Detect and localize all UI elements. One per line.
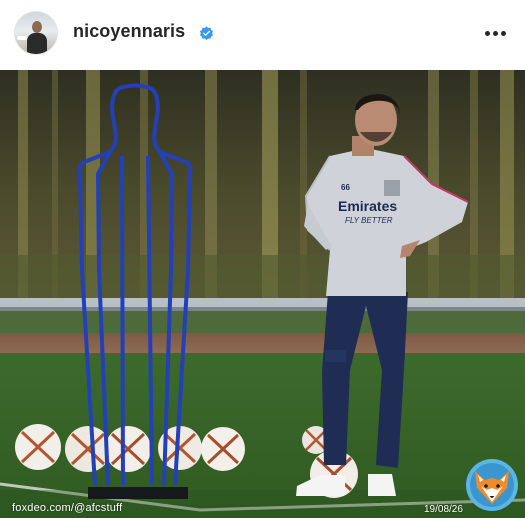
avatar-torso [27, 33, 47, 54]
post-header: nicoyennaris [0, 0, 525, 70]
training-photo: Emirates FLY BETTER 66 [0, 70, 525, 518]
post-photo[interactable]: Emirates FLY BETTER 66 [0, 70, 525, 518]
more-dot [500, 30, 506, 36]
squad-number-text: 66 [341, 183, 350, 192]
date-stamp: 19/08/26 [424, 504, 463, 515]
more-dot [484, 30, 490, 36]
more-options-button[interactable] [478, 22, 512, 44]
kit-tagline-text: FLY BETTER [345, 216, 393, 225]
fox-logo-icon [466, 459, 518, 511]
verified-badge-icon [199, 26, 214, 41]
watermark-text: foxdeo.com/@afcstuff [12, 502, 123, 514]
kit-sponsor-text: Emirates [338, 198, 397, 214]
username[interactable]: nicoyennaris [73, 21, 185, 42]
avatar-head [32, 21, 42, 33]
avatar-boat [17, 36, 27, 40]
more-dot [492, 30, 498, 36]
avatar[interactable] [14, 11, 58, 55]
